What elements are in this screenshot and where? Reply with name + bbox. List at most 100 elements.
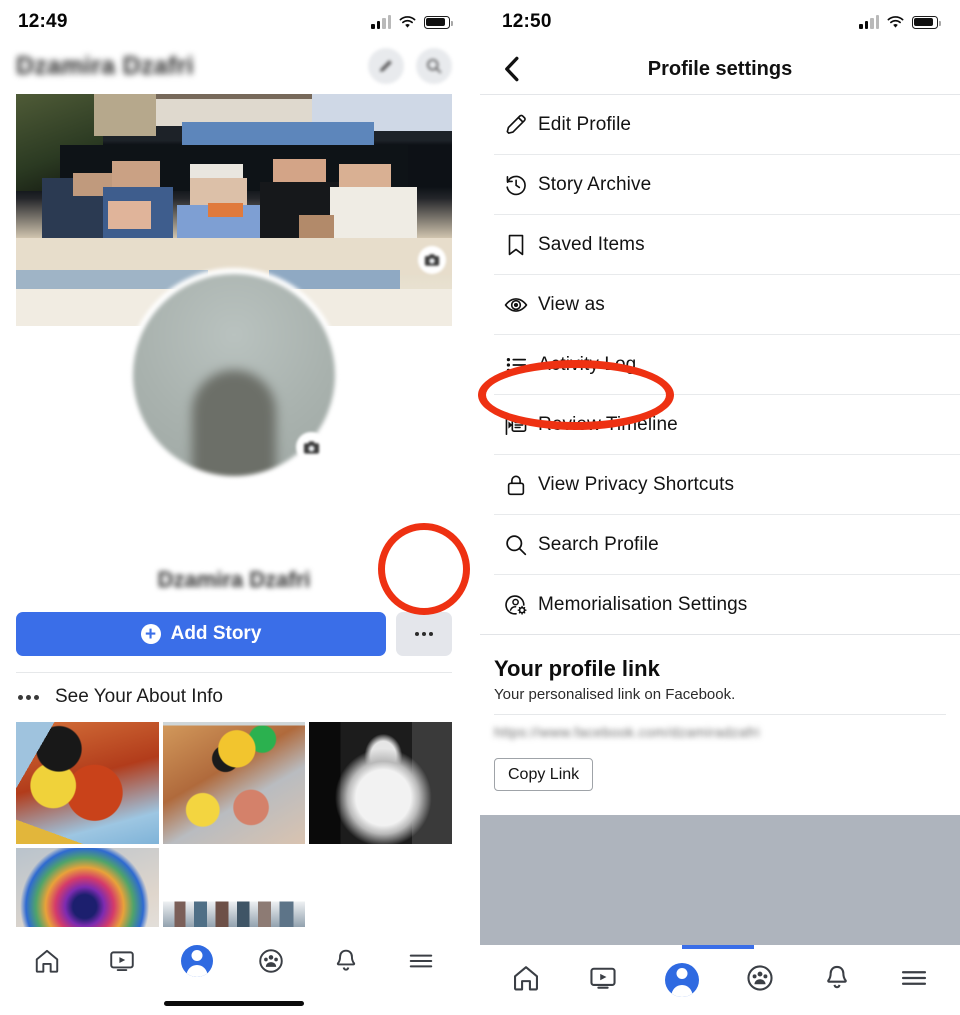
more-options-button[interactable] [396, 612, 452, 656]
nav-menu-button[interactable] [395, 939, 447, 983]
menu-item-label: Story Archive [538, 173, 652, 195]
profile-name-blurred: Dzamira Dzafri [16, 51, 194, 80]
groups-icon [747, 964, 773, 991]
add-story-button[interactable]: + Add Story [16, 612, 386, 656]
video-icon [590, 967, 616, 989]
signal-icon [859, 14, 879, 29]
nav-notifications-button[interactable] [822, 963, 852, 998]
eye-icon [494, 292, 538, 318]
see-about-info-row[interactable]: See Your About Info [0, 673, 468, 708]
menu-item-label: View Privacy Shortcuts [538, 473, 735, 495]
page-title: Profile settings [647, 57, 793, 80]
pencil-icon [494, 112, 538, 138]
menu-item-label: Saved Items [538, 233, 645, 255]
menu-item-view-privacy-shortcuts[interactable]: View Privacy Shortcuts [480, 455, 960, 514]
nav-menu-button[interactable] [899, 963, 929, 998]
right-bottom-navigation [480, 945, 960, 1015]
nav-watch-button[interactable] [96, 939, 148, 983]
wifi-icon [887, 15, 904, 29]
header-actions [368, 48, 452, 84]
lock-icon [494, 472, 538, 498]
menu-item-label: View as [538, 293, 605, 315]
search-icon [426, 58, 442, 74]
profile-full-name-blurred: Dzamira Dzafri [157, 567, 311, 592]
bell-icon [827, 965, 847, 988]
pencil-icon [379, 60, 392, 72]
person-gear-icon [494, 592, 538, 618]
nav-home-button[interactable] [511, 963, 541, 998]
timeline-review-icon [494, 412, 538, 438]
nav-notifications-button[interactable] [320, 939, 372, 983]
profile-link-subtitle: Your personalised link on Facebook. [494, 686, 736, 703]
see-about-info-label: See Your About Info [55, 686, 223, 707]
clock-history-icon [494, 172, 538, 198]
bookmark-icon [494, 232, 538, 258]
status-bar-time: 12:50 [502, 11, 552, 32]
menu-item-story-archive[interactable]: Story Archive [480, 155, 960, 214]
left-status-bar: 12:49 [0, 0, 468, 44]
photo-tile[interactable] [309, 722, 452, 844]
screenshot-root: 12:49 Dzamira Dzafri Dzamira Dzafri + Ad… [0, 0, 960, 1015]
edit-profile-picture-button[interactable] [296, 432, 326, 462]
copy-link-button[interactable]: Copy Link [494, 758, 594, 791]
settings-menu: Edit Profile Story Archive Saved Items V… [480, 95, 960, 634]
home-icon [36, 949, 59, 973]
camera-icon [303, 440, 319, 454]
back-button[interactable] [496, 54, 526, 84]
right-status-bar: 12:50 [480, 0, 960, 44]
nav-groups-button[interactable] [245, 939, 297, 983]
search-icon [494, 532, 538, 558]
menu-item-label: Review Timeline [538, 413, 678, 435]
nav-profile-button[interactable] [664, 963, 699, 997]
profile-icon [664, 963, 699, 997]
settings-navbar: Profile settings [480, 44, 960, 94]
menu-item-label: Activity Log [538, 353, 637, 375]
photo-tile[interactable] [16, 722, 159, 844]
nav-profile-button[interactable] [171, 939, 223, 983]
add-story-label: Add Story [170, 623, 262, 644]
groups-icon [259, 949, 284, 973]
profile-actions-row: + Add Story [16, 612, 452, 656]
menu-item-edit-profile[interactable]: Edit Profile [480, 95, 960, 154]
video-icon [110, 951, 134, 972]
nav-watch-button[interactable] [588, 963, 618, 998]
status-bar-indicators [371, 14, 453, 29]
camera-icon [424, 254, 440, 266]
profile-header: Dzamira Dzafri [0, 44, 468, 94]
menu-item-search-profile[interactable]: Search Profile [480, 515, 960, 574]
edit-cover-photo-button[interactable] [418, 246, 446, 274]
nav-home-button[interactable] [21, 939, 73, 983]
left-bottom-navigation [0, 927, 468, 1015]
home-icon [514, 965, 539, 990]
signal-icon [371, 14, 391, 29]
home-indicator [164, 1001, 304, 1006]
menu-item-memorialisation-settings[interactable]: Memorialisation Settings [480, 575, 960, 634]
battery-icon [424, 15, 453, 29]
blurred-content-block [480, 815, 960, 945]
menu-item-activity-log[interactable]: Activity Log [480, 335, 960, 394]
left-phone-screen: 12:49 Dzamira Dzafri Dzamira Dzafri + Ad… [0, 0, 468, 1015]
profile-link-url-blurred: https://www.facebook.com/dzamiradzafri [494, 724, 760, 740]
profile-link-section: Your profile link Your personalised link… [480, 640, 960, 791]
wifi-icon [399, 15, 416, 29]
nav-groups-button[interactable] [745, 963, 775, 998]
menu-item-label: Edit Profile [538, 113, 632, 135]
status-bar-time: 12:49 [18, 11, 68, 32]
chevron-left-icon [504, 56, 518, 82]
menu-item-saved-items[interactable]: Saved Items [480, 215, 960, 274]
active-tab-indicator [682, 945, 754, 949]
photo-tile[interactable] [162, 722, 306, 844]
battery-icon [912, 15, 941, 29]
status-bar-indicators [859, 14, 941, 29]
hamburger-icon [901, 970, 926, 985]
menu-item-review-timeline[interactable]: Review Timeline [480, 395, 960, 454]
menu-item-label: Search Profile [538, 533, 659, 555]
search-icon-button[interactable] [416, 48, 452, 84]
edit-profile-icon-button[interactable] [368, 48, 404, 84]
menu-item-label: Memorialisation Settings [538, 593, 748, 615]
menu-item-view-as[interactable]: View as [480, 275, 960, 334]
bell-icon [336, 949, 356, 971]
ellipsis-icon [18, 694, 39, 700]
profile-icon [180, 945, 213, 977]
hamburger-icon [409, 954, 432, 968]
